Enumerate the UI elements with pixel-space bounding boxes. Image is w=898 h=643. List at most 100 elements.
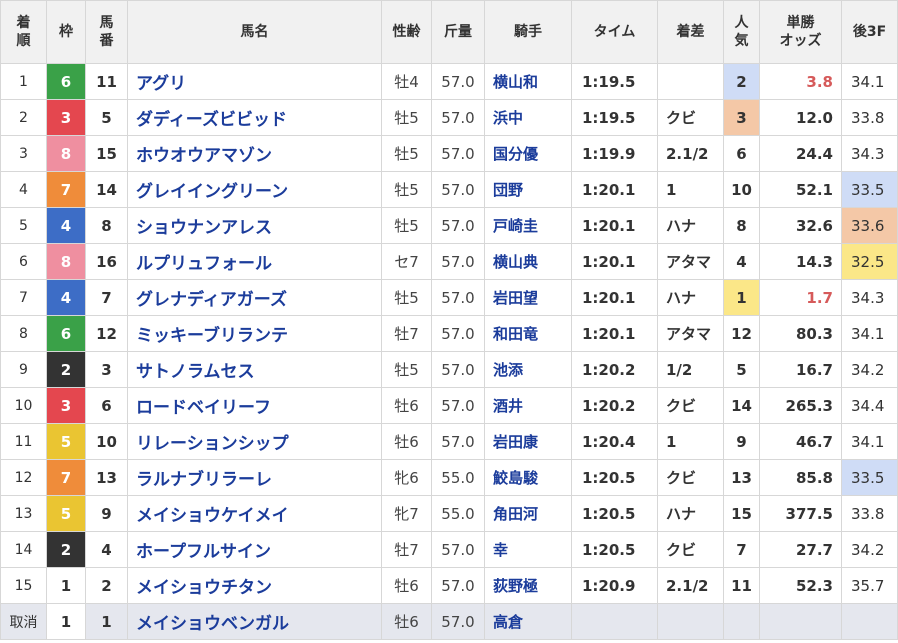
jockey-link[interactable]: 池添: [484, 351, 572, 388]
umaban-cell: 15: [85, 135, 128, 172]
header-umaban: 馬 番: [85, 0, 128, 64]
jockey-link[interactable]: 国分優: [484, 135, 572, 172]
jockey-link[interactable]: 団野: [484, 171, 572, 208]
rank-cell: 15: [0, 567, 47, 604]
table-row-cancelled: 取消 1 1 メイショウベンガル 牡6 57.0 高倉: [0, 603, 898, 640]
jockey-link[interactable]: 高倉: [484, 603, 572, 640]
waku-cell: 2: [46, 531, 86, 568]
jockey-link[interactable]: 浜中: [484, 99, 572, 136]
horse-name-link[interactable]: リレーションシップ: [127, 423, 382, 460]
margin-cell: [657, 603, 724, 640]
ninki-cell: 4: [723, 243, 760, 280]
last3f-cell: 33.5: [841, 171, 898, 208]
kinryo-cell: 57.0: [431, 135, 485, 172]
odds-cell: 32.6: [759, 207, 842, 244]
time-cell: 1:20.5: [571, 531, 658, 568]
horse-name-link[interactable]: アグリ: [127, 63, 382, 100]
last3f-cell: 34.1: [841, 63, 898, 100]
margin-cell: クビ: [657, 459, 724, 496]
table-row: 7 4 7 グレナディアガーズ 牡5 57.0 岩田望 1:20.1 ハナ 1 1.7 34.3: [0, 279, 898, 316]
waku-cell: 8: [46, 243, 86, 280]
sex-age-cell: 牡5: [381, 351, 432, 388]
table-row: 14 2 4 ホープフルサイン 牡7 57.0 幸 1:20.5 クビ 7 27.7 34.2: [0, 531, 898, 568]
waku-cell: 5: [46, 423, 86, 460]
waku-cell: 7: [46, 459, 86, 496]
horse-name-link[interactable]: ダディーズビビッド: [127, 99, 382, 136]
umaban-cell: 8: [85, 207, 128, 244]
kinryo-cell: 57.0: [431, 603, 485, 640]
jockey-link[interactable]: 岩田康: [484, 423, 572, 460]
sex-age-cell: 牡7: [381, 315, 432, 352]
horse-name-link[interactable]: メイショウベンガル: [127, 603, 382, 640]
sex-age-cell: 牡4: [381, 63, 432, 100]
margin-cell: クビ: [657, 387, 724, 424]
table-row: 8 6 12 ミッキーブリランテ 牡7 57.0 和田竜 1:20.1 アタマ 12 80.3 34.…: [0, 315, 898, 352]
jockey-link[interactable]: 岩田望: [484, 279, 572, 316]
odds-cell: 1.7: [759, 279, 842, 316]
horse-name-link[interactable]: メイショウチタン: [127, 567, 382, 604]
ninki-cell: 9: [723, 423, 760, 460]
last3f-cell: 32.5: [841, 243, 898, 280]
kinryo-cell: 55.0: [431, 459, 485, 496]
horse-name-link[interactable]: サトノラムセス: [127, 351, 382, 388]
waku-cell: 3: [46, 99, 86, 136]
horse-name-link[interactable]: ラルナブリラーレ: [127, 459, 382, 496]
waku-cell: 3: [46, 387, 86, 424]
sex-age-cell: 牡5: [381, 279, 432, 316]
jockey-link[interactable]: 荻野極: [484, 567, 572, 604]
ninki-cell: 5: [723, 351, 760, 388]
jockey-link[interactable]: 角田河: [484, 495, 572, 532]
time-cell: 1:19.9: [571, 135, 658, 172]
last3f-cell: 33.6: [841, 207, 898, 244]
horse-name-link[interactable]: ホウオウアマゾン: [127, 135, 382, 172]
odds-cell: 52.3: [759, 567, 842, 604]
horse-name-link[interactable]: ショウナンアレス: [127, 207, 382, 244]
horse-name-link[interactable]: ホープフルサイン: [127, 531, 382, 568]
horse-name-link[interactable]: グレイイングリーン: [127, 171, 382, 208]
kinryo-cell: 57.0: [431, 531, 485, 568]
margin-cell: ハナ: [657, 279, 724, 316]
kinryo-cell: 57.0: [431, 171, 485, 208]
ninki-cell: 11: [723, 567, 760, 604]
odds-cell: 85.8: [759, 459, 842, 496]
waku-cell: 1: [46, 567, 86, 604]
last3f-cell: 34.2: [841, 351, 898, 388]
last3f-cell: 34.1: [841, 423, 898, 460]
jockey-link[interactable]: 和田竜: [484, 315, 572, 352]
rank-cell: 5: [0, 207, 47, 244]
last3f-cell: 33.8: [841, 495, 898, 532]
horse-name-link[interactable]: ロードベイリーフ: [127, 387, 382, 424]
table-row: 10 3 6 ロードベイリーフ 牡6 57.0 酒井 1:20.2 クビ 14 265.3 34.4: [0, 387, 898, 424]
umaban-cell: 2: [85, 567, 128, 604]
kinryo-cell: 57.0: [431, 63, 485, 100]
kinryo-cell: 57.0: [431, 243, 485, 280]
table-row: 12 7 13 ラルナブリラーレ 牝6 55.0 鮫島駿 1:20.5 クビ 13 85.8 33.5: [0, 459, 898, 496]
jockey-link[interactable]: 横山和: [484, 63, 572, 100]
sex-age-cell: 牡6: [381, 567, 432, 604]
time-cell: 1:20.1: [571, 315, 658, 352]
time-cell: 1:19.5: [571, 63, 658, 100]
jockey-link[interactable]: 幸: [484, 531, 572, 568]
kinryo-cell: 57.0: [431, 279, 485, 316]
header-kinryo: 斤量: [431, 0, 485, 64]
sex-age-cell: 牡5: [381, 207, 432, 244]
horse-name-link[interactable]: ミッキーブリランテ: [127, 315, 382, 352]
jockey-link[interactable]: 鮫島駿: [484, 459, 572, 496]
rank-cell: 11: [0, 423, 47, 460]
header-sex-age: 性齢: [381, 0, 432, 64]
horse-name-link[interactable]: ルプリュフォール: [127, 243, 382, 280]
jockey-link[interactable]: 戸崎圭: [484, 207, 572, 244]
race-result-table: 着 順 枠 馬 番 馬名 性齢 斤量 騎手 タイム 着差 人 気 単勝 オッズ …: [0, 0, 898, 640]
horse-name-link[interactable]: メイショウケイメイ: [127, 495, 382, 532]
header-margin: 着差: [657, 0, 724, 64]
ninki-cell: 12: [723, 315, 760, 352]
jockey-link[interactable]: 横山典: [484, 243, 572, 280]
horse-name-link[interactable]: グレナディアガーズ: [127, 279, 382, 316]
table-row: 4 7 14 グレイイングリーン 牡5 57.0 団野 1:20.1 1 10 52.1 33.5: [0, 171, 898, 208]
sex-age-cell: 牡7: [381, 531, 432, 568]
jockey-link[interactable]: 酒井: [484, 387, 572, 424]
waku-cell: 4: [46, 207, 86, 244]
ninki-cell: 6: [723, 135, 760, 172]
rank-cell: 8: [0, 315, 47, 352]
margin-cell: クビ: [657, 531, 724, 568]
